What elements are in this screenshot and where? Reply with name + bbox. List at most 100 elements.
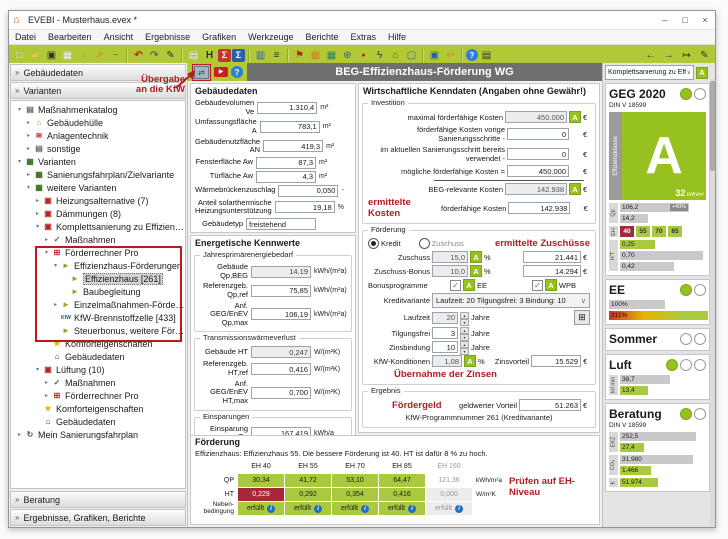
expander-icon[interactable]: ▾ xyxy=(33,223,42,230)
menu-datei[interactable]: Datei xyxy=(9,32,42,42)
redo-icon[interactable]: ↷ xyxy=(147,48,162,63)
right-scrollbar[interactable] xyxy=(710,79,715,527)
nav-back-icon[interactable]: ← xyxy=(643,48,658,63)
save-variant-icon[interactable]: ▣ xyxy=(427,48,442,63)
qp-ref-field[interactable]: 75,85 xyxy=(251,285,311,297)
expander-icon[interactable]: ▸ xyxy=(15,431,24,438)
tree-item-steuerbonus[interactable]: ► Steuerbonus, weitere Förderungen xyxy=(11,324,185,337)
new-file-icon[interactable]: □ xyxy=(12,48,27,63)
wizard-icon[interactable]: ✎ xyxy=(163,48,178,63)
expander-icon[interactable]: ▾ xyxy=(42,249,51,256)
tree-item-massnahmenkatalog[interactable]: ▾ ▤ Maßnahmenkatalog xyxy=(11,103,185,116)
nav-forward-icon[interactable]: → xyxy=(661,48,676,63)
table-icon[interactable]: ▦ xyxy=(324,48,339,63)
list-icon[interactable]: ≡ xyxy=(269,48,284,63)
tree-item-einzelmassnahmen[interactable]: ▸ ► Einzelmaßnahmen-Förderungen xyxy=(11,298,185,311)
info-icon[interactable]: i xyxy=(361,505,369,513)
tree-item-daemmungen[interactable]: ▸ ▣ Dämmungen (8) xyxy=(11,207,185,220)
tilgungsfrei-stepper[interactable]: ▴▾ xyxy=(460,327,469,339)
solaranteil-field[interactable]: 19,18 xyxy=(275,201,335,213)
bonus-amount-field[interactable]: 14.294 xyxy=(523,265,581,277)
expander-icon[interactable]: ▾ xyxy=(51,262,60,269)
export-icon[interactable]: ↗ xyxy=(92,48,107,63)
tree-item-mein-sanierungsfahrplan[interactable]: ▸ ↻ Mein Sanierungsfahrplan xyxy=(11,428,185,441)
copy-icon[interactable]: ▦ xyxy=(60,48,75,63)
tree-item-massnahmen-2[interactable]: ▸ ✓ Maßnahmen xyxy=(11,376,185,389)
save-icon[interactable]: ▣ xyxy=(44,48,59,63)
tree-item-heizungsalternative[interactable]: ▸ ▣ Heizungsalternative (7) xyxy=(11,194,185,207)
zinsbindung-field[interactable]: 10 xyxy=(432,341,458,353)
expander-icon[interactable]: ▸ xyxy=(42,392,51,399)
panel-ergebnisse[interactable]: » Ergebnisse, Grafiken, Berichte xyxy=(10,509,186,526)
scrollbar-thumb[interactable] xyxy=(710,81,715,171)
tree-item-lueftung[interactable]: ▾ ▣ Lüftung (10) xyxy=(11,363,185,376)
menu-berichte[interactable]: Berichte xyxy=(299,32,344,42)
info-icon[interactable]: i xyxy=(455,505,463,513)
bereits-verwendet-field[interactable]: 0 xyxy=(507,148,569,160)
moegliche-kosten-field[interactable]: 450.000 xyxy=(507,165,569,177)
tree-item-gebaeudedaten[interactable]: ⌂ Gebäudedaten xyxy=(11,350,185,363)
vorige-schritte-field[interactable]: 0 xyxy=(507,128,569,140)
zuschuss-radio[interactable] xyxy=(419,238,430,249)
zuschuss-amount-field[interactable]: 21.441 xyxy=(523,251,581,263)
expander-icon[interactable]: ▸ xyxy=(33,197,42,204)
expander-icon[interactable]: ▸ xyxy=(51,301,60,308)
chart-icon[interactable]: ▥ xyxy=(253,48,268,63)
menu-werkzeuge[interactable]: Werkzeuge xyxy=(242,32,299,42)
import-icon[interactable]: ↑ xyxy=(76,48,91,63)
close-button[interactable]: × xyxy=(695,12,715,29)
tree-item-anlagentechnik[interactable]: ▸ ≋ Anlagentechnik xyxy=(11,129,185,142)
module-help-icon[interactable]: ? xyxy=(231,66,243,78)
menu-extras[interactable]: Extras xyxy=(345,32,383,42)
tree-item-gebaeudedaten-2[interactable]: ⌂ Gebäudedaten xyxy=(11,415,185,428)
help-icon[interactable]: ? xyxy=(466,49,478,61)
umfassungsflaeche-field[interactable]: 783,1 xyxy=(260,121,320,133)
foerderfaehige-kosten-field[interactable]: 142.938 xyxy=(508,202,570,214)
kredit-radio[interactable] xyxy=(368,238,379,249)
tree-item-varianten[interactable]: ▾ ▦ Varianten xyxy=(11,155,185,168)
menu-ansicht[interactable]: Ansicht xyxy=(98,32,140,42)
expander-icon[interactable]: ▾ xyxy=(24,184,33,191)
open-folder-icon[interactable]: ▰ xyxy=(28,48,43,63)
waermebruecken-field[interactable]: 0,050 xyxy=(278,185,338,197)
expander-icon[interactable]: ▸ xyxy=(24,119,33,126)
image-icon[interactable]: ▩ xyxy=(308,48,323,63)
menu-bearbeiten[interactable]: Bearbeiten xyxy=(42,32,98,42)
menu-hilfe[interactable]: Hilfe xyxy=(382,32,412,42)
kfw-transfer-icon[interactable]: ⇄ xyxy=(194,66,209,79)
fensterflaeche-field[interactable]: 87,3 xyxy=(256,157,316,169)
calculator-button[interactable]: ⊞ xyxy=(574,310,590,325)
notebook-icon[interactable]: ▤ xyxy=(479,48,494,63)
nutzflaeche-field[interactable]: 419,3 xyxy=(263,140,323,152)
tree-item-sonstige[interactable]: ▸ ▤ sonstige xyxy=(11,142,185,155)
tree-item-foerderrechner-pro[interactable]: ▾ ⊞ Förderrechner Pro xyxy=(11,246,185,259)
zinsvorteil-field[interactable]: 15.529 xyxy=(531,355,581,367)
unlink-icon[interactable]: − xyxy=(108,48,123,63)
laufzeit-stepper[interactable]: ▴▾ xyxy=(460,312,469,324)
sum-red-icon[interactable]: Σ xyxy=(218,49,231,62)
ee-checkbox[interactable]: ✓ xyxy=(450,280,461,291)
gebaeudevolumen-field[interactable]: 1.310,4 xyxy=(257,102,317,114)
zinsbindung-stepper[interactable]: ▴▾ xyxy=(460,341,469,353)
expander-icon[interactable]: ▾ xyxy=(15,158,24,165)
tree-item-komforteigenschaften[interactable]: ★ Komforteigenschaften xyxy=(11,337,185,350)
record-icon[interactable]: ● xyxy=(356,48,371,63)
tree-item-gebaeudehuelle[interactable]: ▸ ⌂ Gebäudehülle xyxy=(11,116,185,129)
expander-icon[interactable]: ▸ xyxy=(24,132,33,139)
kreditvariante-dropdown[interactable]: Laufzeit: 20 Tilgungsfrei: 3 Bindung: 10… xyxy=(432,293,590,308)
tree-item-sanierungsfahrplan[interactable]: ▸ ▦ Sanierungsfahrplan/Zielvariante xyxy=(11,168,185,181)
tree-item-foerderrechner-pro-2[interactable]: ▸ ⊞ Förderrechner Pro xyxy=(11,389,185,402)
info-icon[interactable]: i xyxy=(267,505,275,513)
minimize-button[interactable]: – xyxy=(655,12,675,29)
edit-pen-icon[interactable]: ✎ xyxy=(697,48,712,63)
layout-icon[interactable]: ▢ xyxy=(404,48,419,63)
expander-icon[interactable]: ▸ xyxy=(24,145,33,152)
tree-item-kfw-brennstoffzelle[interactable]: KfW KfW-Brennstoffzelle [433] xyxy=(11,311,185,324)
info-icon[interactable]: i xyxy=(314,505,322,513)
tree-item-weitere-varianten[interactable]: ▾ ▦ weitere Varianten xyxy=(11,181,185,194)
laufzeit-field[interactable]: 20 xyxy=(432,312,458,324)
sum-blue-icon[interactable]: Σ xyxy=(232,49,245,62)
expander-icon[interactable]: ▸ xyxy=(33,210,42,217)
nav-forward-end-icon[interactable]: ↦ xyxy=(679,48,694,63)
expander-icon[interactable]: ▾ xyxy=(15,106,24,113)
